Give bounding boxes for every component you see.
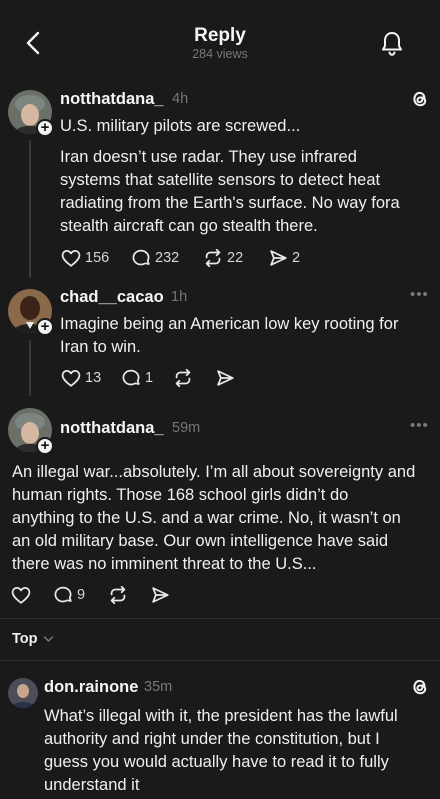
post-text-line: anything to the U.S. and a war crime. No…	[12, 509, 401, 527]
repost-button[interactable]: 22	[202, 246, 243, 270]
post-text-line: stealth aircraft can go stealth there.	[60, 217, 318, 235]
repost-button[interactable]	[107, 583, 129, 607]
heart-icon	[61, 369, 81, 387]
post-text-line: systems that satellite sensors to detect…	[60, 171, 381, 189]
repost-icon	[205, 248, 221, 268]
post-text-line: an old military base. Our own intelligen…	[12, 532, 389, 550]
timestamp: 4h	[172, 91, 189, 107]
post-text-line: Imagine being an American low key rootin…	[60, 315, 399, 333]
comment-count: 1	[145, 370, 154, 386]
like-button[interactable]: 13	[60, 366, 101, 390]
send-icon	[152, 587, 169, 603]
divider	[0, 618, 440, 619]
comment-button[interactable]: 1	[120, 366, 153, 390]
timestamp: 59m	[172, 420, 201, 436]
share-button[interactable]	[149, 583, 171, 607]
divider	[0, 660, 440, 661]
thread-connector	[29, 140, 31, 278]
repost-button[interactable]	[172, 366, 194, 390]
timestamp: 1h	[171, 289, 188, 305]
comment-count: 232	[155, 250, 180, 266]
share-button[interactable]	[214, 366, 236, 390]
like-button[interactable]: 156	[60, 246, 109, 270]
follow-plus-icon[interactable]: +	[36, 318, 54, 336]
action-bar: 13 1	[60, 366, 420, 390]
post-text-line: Iran to win.	[60, 338, 141, 356]
post-text-line: human rights. Those 168 school girls did…	[12, 486, 349, 504]
heart-icon	[11, 586, 31, 604]
follow-plus-icon[interactable]: +	[36, 119, 54, 137]
chevron-down-icon	[43, 636, 53, 642]
follow-plus-icon[interactable]: +	[36, 437, 54, 455]
post-text-line: U.S. military pilots are screwed...	[60, 117, 301, 135]
post-text-line: there was no imminent threat to the U.S.…	[12, 555, 317, 573]
post-text-line: Iran doesn’t use radar. They use infrare…	[60, 148, 357, 166]
repost-icon	[175, 368, 191, 388]
comment-button[interactable]: 232	[130, 246, 179, 270]
sort-label: Top	[12, 631, 38, 647]
comment-icon	[122, 369, 140, 386]
like-count: 156	[85, 250, 110, 266]
like-button[interactable]	[10, 583, 32, 607]
avatar[interactable]	[8, 678, 38, 708]
repost-count: 22	[227, 250, 244, 266]
threads-logo-icon[interactable]	[410, 676, 430, 698]
post-text-line: What’s illegal with it, the president ha…	[44, 707, 398, 725]
page-title: Reply	[194, 25, 246, 46]
username[interactable]: notthatdana_	[60, 419, 164, 438]
action-bar: 156 232 22 2	[60, 246, 420, 270]
share-button[interactable]: 2	[267, 246, 300, 270]
comment-count: 9	[77, 587, 86, 603]
send-icon	[217, 370, 234, 386]
heart-icon	[61, 249, 81, 267]
username[interactable]: notthatdana_	[60, 90, 164, 109]
top-bar: Reply 284 views	[0, 0, 440, 80]
more-options-button[interactable]: •••	[410, 417, 429, 434]
comment-icon	[54, 586, 72, 603]
post-text-line: understand it	[44, 776, 140, 794]
repost-icon	[110, 585, 126, 605]
view-count: 284 views	[192, 47, 248, 61]
username[interactable]: don.rainone	[44, 678, 138, 697]
post-text-line: authority and right under the constituti…	[44, 730, 380, 748]
bell-icon[interactable]	[380, 30, 404, 58]
sort-dropdown[interactable]: Top	[12, 631, 54, 647]
post-text-line: radiating from the Earth's surface. No w…	[60, 194, 400, 212]
comment-icon	[132, 249, 150, 266]
post-text-line: guess you would actually have to read it…	[44, 753, 389, 771]
thread-connector	[29, 340, 31, 396]
comment-button[interactable]: 9	[52, 583, 85, 607]
username[interactable]: chad__cacao	[60, 288, 164, 307]
action-bar: 9	[10, 583, 410, 607]
timestamp: 35m	[144, 679, 173, 695]
share-count: 2	[292, 250, 301, 266]
threads-logo-icon[interactable]	[410, 88, 430, 110]
like-count: 13	[85, 370, 102, 386]
post-text-line: An illegal war...absolutely. I’m all abo…	[12, 463, 416, 481]
more-options-button[interactable]: •••	[410, 286, 429, 303]
send-icon	[270, 250, 287, 266]
